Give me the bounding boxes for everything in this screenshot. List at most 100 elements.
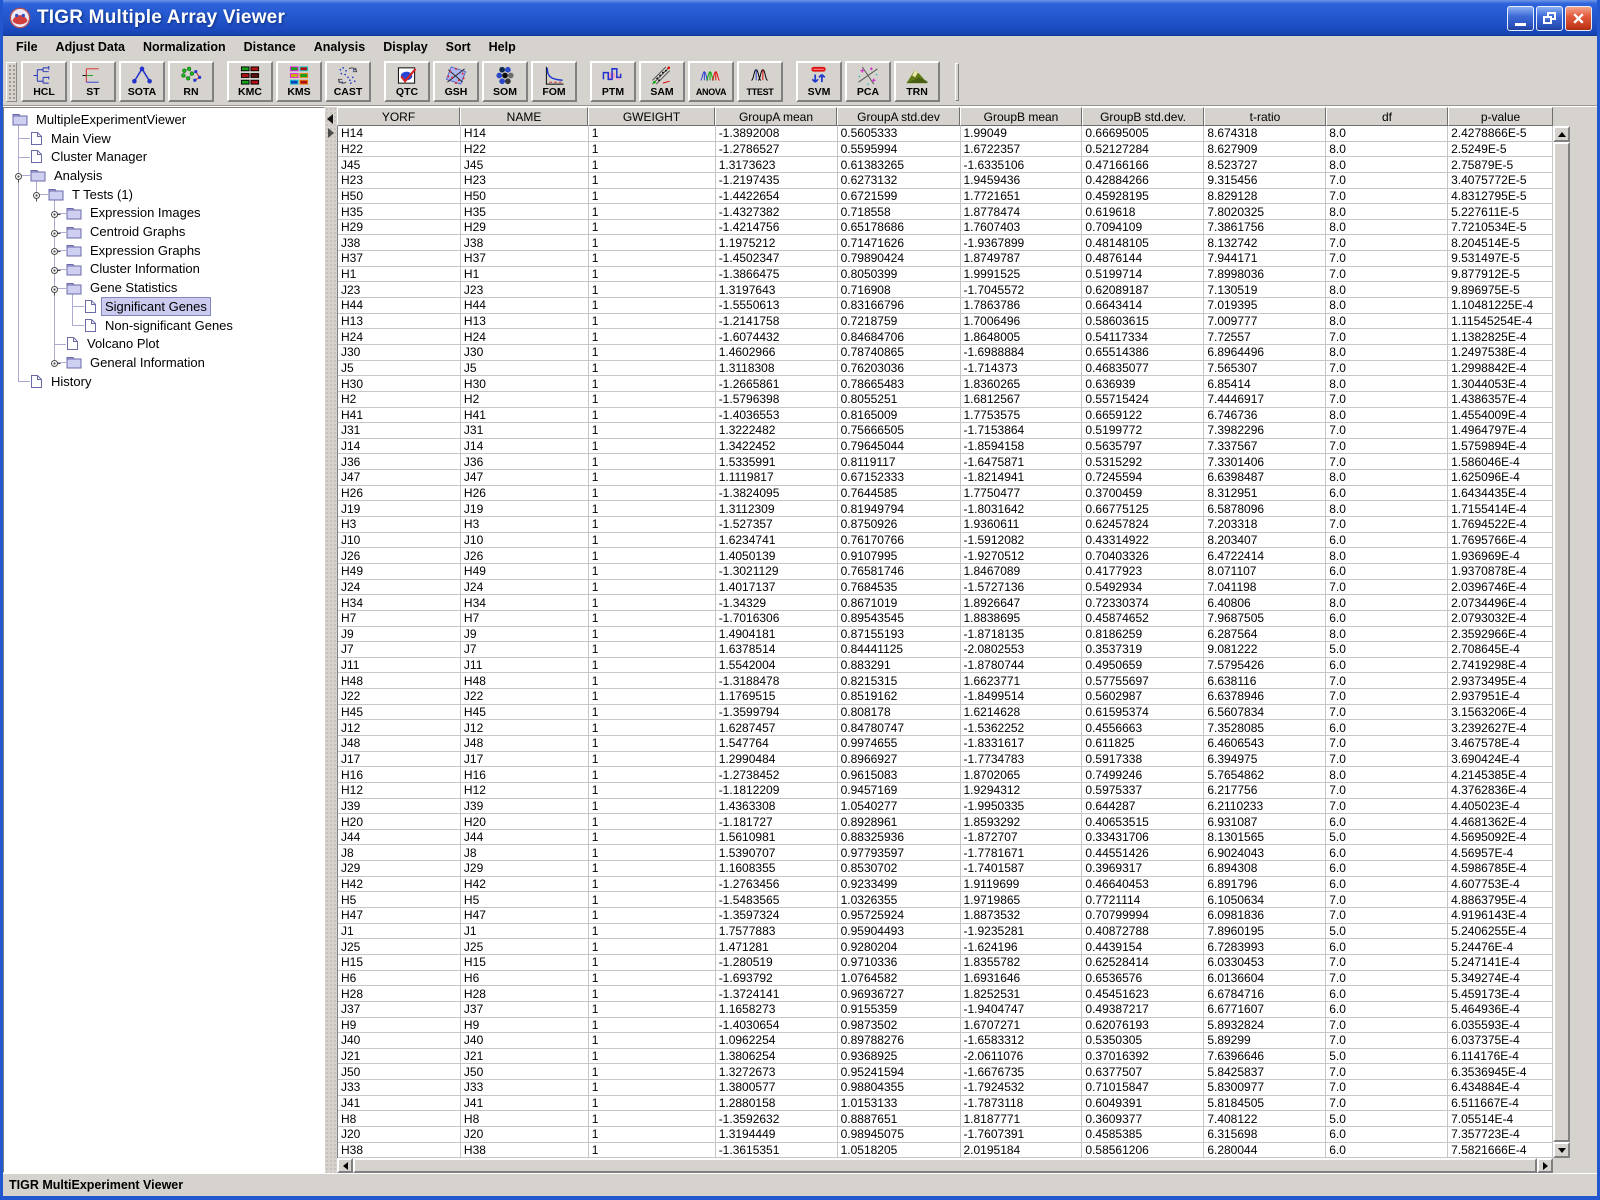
toolbar-button-ptm[interactable]: PTM: [590, 61, 636, 102]
title-bar[interactable]: TIGR Multiple Array Viewer: [3, 0, 1597, 36]
splitter[interactable]: [325, 107, 337, 1173]
table-row[interactable]: H16H161-1.27384520.96150831.87020650.749…: [338, 767, 1553, 783]
toolbar-button-anova[interactable]: ANOVA: [688, 61, 734, 102]
menu-item-display[interactable]: Display: [374, 38, 436, 56]
toolbar-button-gsh[interactable]: GSH: [433, 61, 479, 102]
toolbar-button-svm[interactable]: SVM: [796, 61, 842, 102]
tree-expander-expanded-icon[interactable]: [50, 283, 61, 294]
scroll-right-button[interactable]: [1537, 1158, 1553, 1173]
tree-item-expression-images[interactable]: Expression Images: [66, 204, 204, 223]
table-row[interactable]: J50J5011.32726730.95241594-1.66767350.63…: [338, 1064, 1553, 1080]
tree-item-significant-genes[interactable]: Significant Genes: [84, 297, 210, 316]
tree-item-multipleexperimentviewer[interactable]: MultipleExperimentViewer: [12, 110, 189, 129]
toolbar-button-qtc[interactable]: QTC: [384, 61, 430, 102]
tree-item-expression-graphs[interactable]: Expression Graphs: [66, 241, 204, 260]
table-row[interactable]: H22H221-1.27865270.55959941.67223570.521…: [338, 142, 1553, 158]
menu-item-file[interactable]: File: [7, 38, 47, 56]
tree-expander-collapsed-icon[interactable]: [50, 357, 61, 368]
table-row[interactable]: H3H31-1.5273570.87509261.93606110.624578…: [338, 517, 1553, 533]
table-row[interactable]: J19J1911.31123090.81949794-1.80316420.66…: [338, 501, 1553, 517]
tree-expander-collapsed-icon[interactable]: [50, 227, 61, 238]
toolbar-button-rn[interactable]: RN: [168, 61, 214, 102]
table-row[interactable]: J23J2311.31976430.716908-1.70455720.6208…: [338, 282, 1553, 298]
column-header-groupa-std-dev[interactable]: GroupA std.dev: [837, 107, 960, 126]
table-row[interactable]: J17J1711.29904840.8966927-1.77347830.591…: [338, 752, 1553, 768]
table-row[interactable]: J39J3911.43633081.0540277-1.99503350.644…: [338, 799, 1553, 815]
tree-item-main-view[interactable]: Main View: [30, 129, 114, 148]
column-header-t-ratio[interactable]: t-ratio: [1204, 107, 1326, 126]
table-row[interactable]: J40J4011.09622540.89788276-1.65833120.53…: [338, 1033, 1553, 1049]
toolbar-button-ttest[interactable]: TTEST: [737, 61, 783, 102]
tree-item-t-tests-1-[interactable]: T Tests (1): [48, 185, 136, 204]
toolbar-button-trn[interactable]: TRN: [894, 61, 940, 102]
table-row[interactable]: H6H61-1.6937921.07645821.69316460.653657…: [338, 971, 1553, 987]
table-row[interactable]: H50H501-1.44226540.67215991.77216510.459…: [338, 189, 1553, 205]
table-row[interactable]: J22J2211.17695150.8519162-1.84995140.560…: [338, 689, 1553, 705]
table-row[interactable]: H29H291-1.42147560.651786861.76074030.70…: [338, 220, 1553, 236]
column-header-yorf[interactable]: YORF: [337, 107, 460, 126]
table-row[interactable]: H45H451-1.35997940.8081781.62146280.6159…: [338, 705, 1553, 721]
table-row[interactable]: J9J911.49041810.87155193-1.87181350.8186…: [338, 627, 1553, 643]
table-row[interactable]: H20H201-1.1817270.89289611.85932920.4065…: [338, 814, 1553, 830]
table-row[interactable]: H8H81-1.35926320.88876511.81877710.36093…: [338, 1111, 1553, 1127]
table-row[interactable]: H14H141-1.38920080.56053331.990490.66695…: [338, 126, 1553, 142]
splitter-collapse-left-icon[interactable]: [327, 114, 333, 124]
table-row[interactable]: H28H281-1.37241410.969367271.82525310.45…: [338, 986, 1553, 1002]
table-row[interactable]: J5J511.31183080.76203036-1.7143730.46835…: [338, 361, 1553, 377]
toolbar-button-sam[interactable]: SAM: [639, 61, 685, 102]
table-row[interactable]: J41J4111.28801581.0153133-1.78731180.604…: [338, 1096, 1553, 1112]
table-row[interactable]: H9H91-1.40306540.98735021.67072710.62076…: [338, 1018, 1553, 1034]
table-row[interactable]: J26J2611.40501390.9107995-1.92705120.704…: [338, 548, 1553, 564]
toolbar-button-fom[interactable]: FOM: [531, 61, 577, 102]
vertical-scrollbar[interactable]: [1553, 126, 1570, 1158]
tree-item-centroid-graphs[interactable]: Centroid Graphs: [66, 222, 188, 241]
table-row[interactable]: H47H471-1.35973240.957259241.88735320.70…: [338, 908, 1553, 924]
table-row[interactable]: H26H261-1.38240950.76445851.77504770.370…: [338, 486, 1553, 502]
table-row[interactable]: H24H241-1.60744320.846847061.86480050.54…: [338, 329, 1553, 345]
tree-item-volcano-plot[interactable]: Volcano Plot: [66, 334, 162, 353]
menu-item-help[interactable]: Help: [480, 38, 525, 56]
table-row[interactable]: J33J3311.38005770.98804355-1.79245320.71…: [338, 1080, 1553, 1096]
tree-item-cluster-information[interactable]: Cluster Information: [66, 260, 203, 279]
column-header-df[interactable]: df: [1326, 107, 1448, 126]
tree-item-non-significant-genes[interactable]: Non-significant Genes: [84, 316, 236, 335]
table-row[interactable]: J21J2111.38062540.9368925-2.06110760.370…: [338, 1049, 1553, 1065]
toolbar-button-som[interactable]: SOM: [482, 61, 528, 102]
toolbar-button-hcl[interactable]: HCL: [21, 61, 67, 102]
menu-item-analysis[interactable]: Analysis: [305, 38, 374, 56]
table-row[interactable]: H38H381-1.36153511.05182052.01951840.585…: [338, 1143, 1553, 1159]
table-row[interactable]: J44J4411.56109810.88325936-1.8727070.334…: [338, 830, 1553, 846]
table-row[interactable]: H1H11-1.38664750.80503991.99915250.51997…: [338, 267, 1553, 283]
table-row[interactable]: J8J811.53907070.97793597-1.77816710.4455…: [338, 845, 1553, 861]
table-row[interactable]: J38J3811.19752120.71471626-1.93678990.48…: [338, 235, 1553, 251]
table-row[interactable]: J48J4811.5477640.9974655-1.83316170.6118…: [338, 736, 1553, 752]
horizontal-scroll-thumb[interactable]: [353, 1158, 1537, 1173]
table-row[interactable]: J30J3011.46029660.78740865-1.69888840.65…: [338, 345, 1553, 361]
table-row[interactable]: H41H411-1.40365530.81650091.77535750.665…: [338, 408, 1553, 424]
tree-expander-collapsed-icon[interactable]: [50, 245, 61, 256]
table-row[interactable]: J11J1111.55420040.883291-1.87807440.4950…: [338, 658, 1553, 674]
tree-expander-collapsed-icon[interactable]: [50, 264, 61, 275]
table-row[interactable]: J24J2411.40171370.7684535-1.57271360.549…: [338, 580, 1553, 596]
tree-item-cluster-manager[interactable]: Cluster Manager: [30, 147, 150, 166]
close-button[interactable]: [1565, 6, 1592, 31]
table-row[interactable]: H34H341-1.343290.86710191.89266470.72330…: [338, 595, 1553, 611]
menu-item-distance[interactable]: Distance: [235, 38, 305, 56]
table-row[interactable]: H15H151-1.2805190.97103361.83557820.6252…: [338, 955, 1553, 971]
table-row[interactable]: J36J3611.53359910.8119117-1.64758710.531…: [338, 454, 1553, 470]
tree-item-gene-statistics[interactable]: Gene Statistics: [66, 278, 180, 297]
column-header-groupb-std-dev-[interactable]: GroupB std.dev.: [1082, 107, 1204, 126]
table-row[interactable]: H49H491-1.30211290.765817461.84670890.41…: [338, 564, 1553, 580]
table-row[interactable]: H37H371-1.45023470.798904241.87497870.48…: [338, 251, 1553, 267]
minimize-button[interactable]: [1507, 6, 1534, 31]
toolbar-button-kmc[interactable]: KMC: [227, 61, 273, 102]
table-row[interactable]: J25J2511.4712810.9280204-1.6241960.44391…: [338, 939, 1553, 955]
menu-item-adjust-data[interactable]: Adjust Data: [47, 38, 134, 56]
table-row[interactable]: H35H351-1.43273820.7185581.87784740.6196…: [338, 204, 1553, 220]
vertical-scroll-thumb[interactable]: [1553, 142, 1570, 1142]
table-row[interactable]: H23H231-1.21974350.62731321.94594360.428…: [338, 173, 1553, 189]
restore-button[interactable]: [1536, 6, 1563, 31]
tree-expander-collapsed-icon[interactable]: [50, 208, 61, 219]
table-row[interactable]: H42H421-1.27634560.92334991.91196990.466…: [338, 877, 1553, 893]
table-row[interactable]: H12H121-1.18122090.94571691.92943120.597…: [338, 783, 1553, 799]
